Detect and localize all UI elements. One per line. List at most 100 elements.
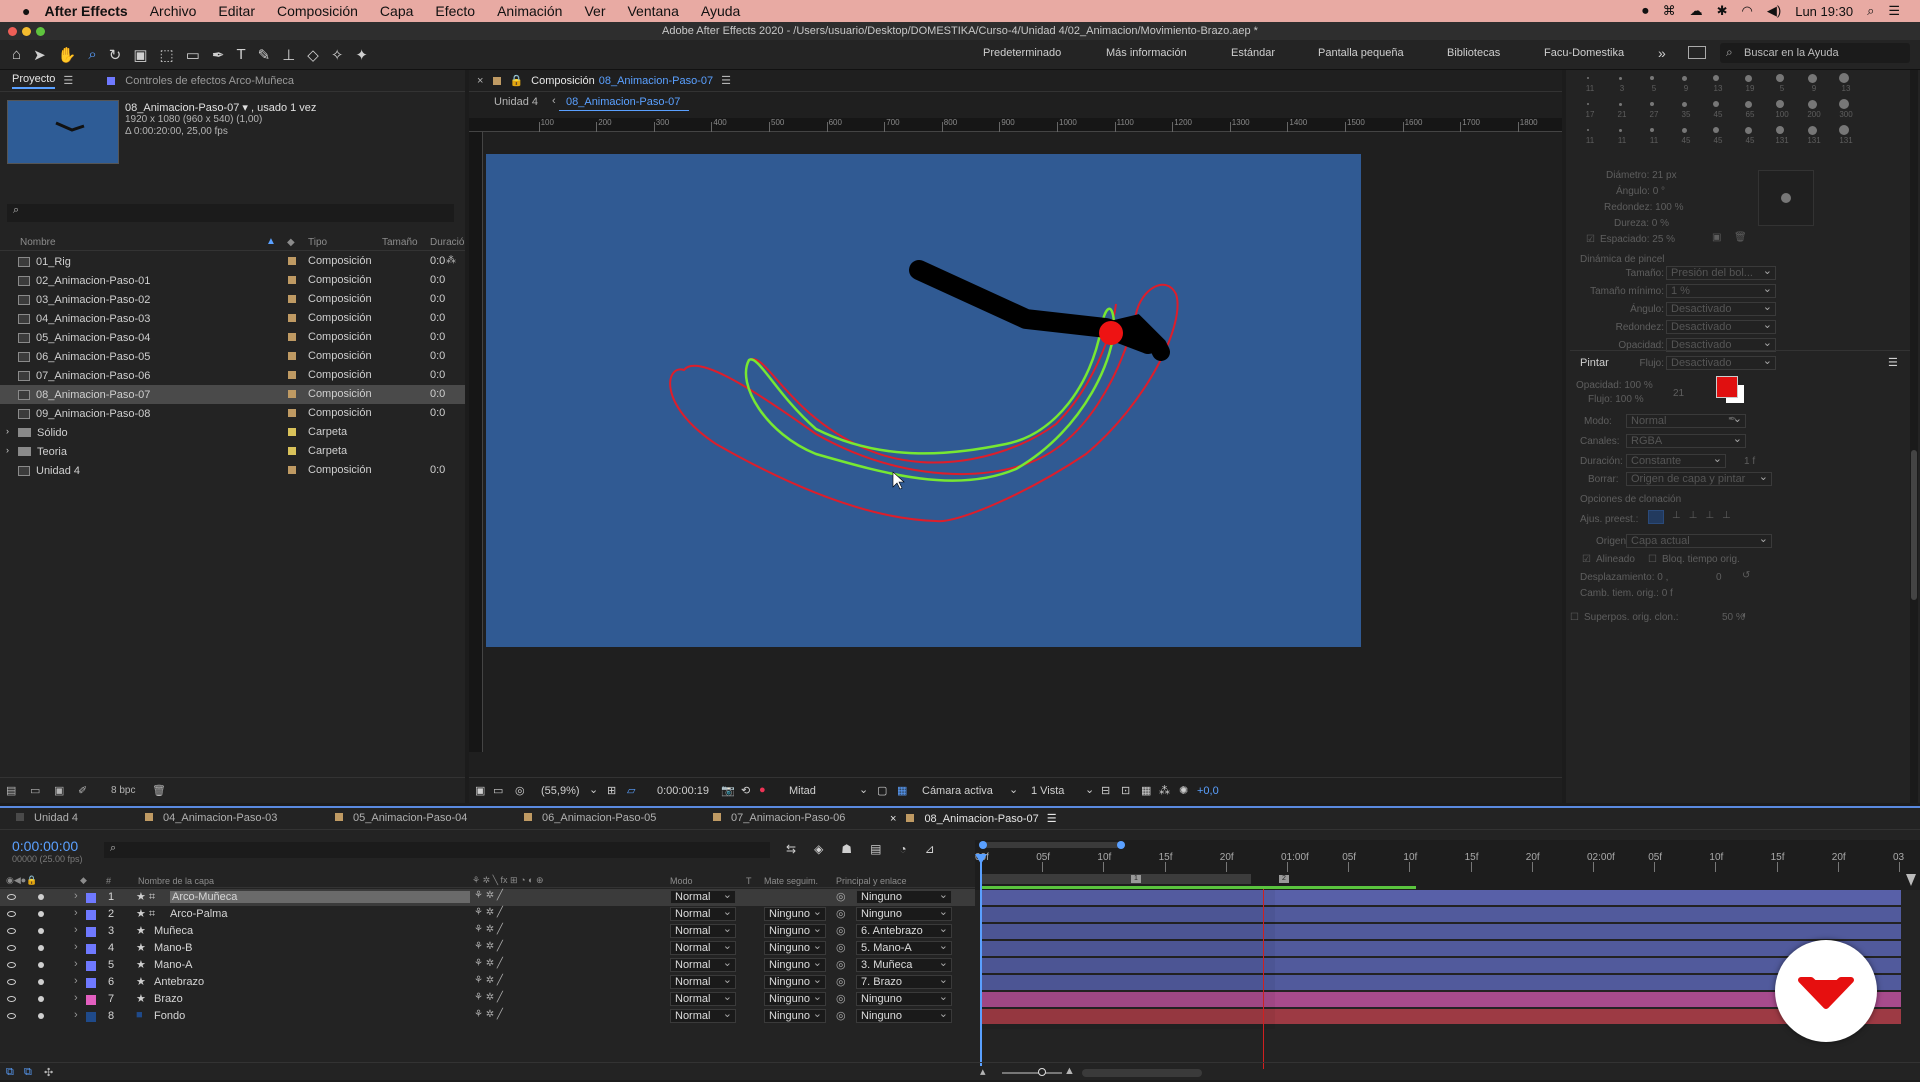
brush-preset-dot[interactable] [1839,125,1849,135]
close-window-button[interactable] [8,27,17,36]
workspace-estandar[interactable]: Estándar [1231,47,1275,59]
timeline-tab[interactable]: Unidad 4 [16,812,78,824]
col-duracion[interactable]: Duració [430,237,464,248]
monitor-icon[interactable]: ▭ [493,784,503,797]
layer-mode-dropdown[interactable]: Normal [670,957,736,972]
brush-preset-dot[interactable] [1744,74,1752,82]
project-item[interactable]: 03_Animacion-Paso-02 Composición 0:0 [0,290,465,309]
visibility-eye-icon[interactable] [7,928,16,934]
toggle-pixel-aspect-icon[interactable]: ⊟ [1101,784,1110,797]
layer-mode-dropdown[interactable]: Normal [670,1008,736,1023]
brush-preset-dot[interactable] [1713,101,1719,107]
parent-link-dropdown[interactable]: 6. Antebrazo [856,923,952,938]
composition-canvas[interactable] [486,154,1361,647]
clone-stamp-tool-icon[interactable]: ⊥ [282,46,295,64]
col-tamano[interactable]: Tamaño [382,237,418,248]
layer-name[interactable]: Antebrazo [154,976,204,988]
solo-dot-icon[interactable] [38,911,44,917]
col-mode[interactable]: Modo [670,876,693,886]
pen-tool-icon[interactable]: ✒ [212,46,225,64]
parent-link-dropdown[interactable]: 5. Mano-A [856,940,952,955]
breadcrumb-unidad4[interactable]: Unidad 4 [494,96,538,108]
menu-efecto[interactable]: Efecto [435,3,475,19]
label-color-chip[interactable] [288,276,296,284]
project-item[interactable]: 09_Animacion-Paso-08 Composición 0:0 [0,404,465,423]
exposure-value[interactable]: +0,0 [1197,785,1219,797]
keyboard-icon[interactable]: ⌘ [1663,3,1676,19]
workspace-predeterminado[interactable]: Predeterminado [983,47,1061,59]
layer-row[interactable]: › 3 ★ Muñeca ⚘ ✲ ╱ Normal Ninguno ◎ 6. Antebrazo [0,923,975,940]
clone-preset-2-icon[interactable]: ⊥ [1672,510,1681,524]
brush-preset-dot[interactable] [1744,126,1752,134]
text-tool-icon[interactable]: T [236,46,245,64]
timeline-icon[interactable]: ▦ [1141,784,1151,797]
solo-dot-icon[interactable] [38,996,44,1002]
panel-menu-icon[interactable]: ☰ [1888,356,1898,369]
timeline-horizontal-scrollbar[interactable] [1082,1069,1202,1077]
layer-label-color[interactable] [86,927,96,937]
visibility-eye-icon[interactable] [7,894,16,900]
lock-source-time-checkbox[interactable]: ☐ [1648,554,1657,565]
layer-mode-dropdown[interactable]: Normal [670,974,736,989]
bluetooth-icon[interactable]: ✱ [1717,3,1728,19]
timeline-tab[interactable]: 04_Animacion-Paso-03 [145,812,277,824]
layer-label-color[interactable] [86,978,96,988]
current-time-indicator[interactable] [975,854,987,1066]
brush-preset-dot[interactable] [1681,127,1687,133]
hand-tool-icon[interactable]: ✋ [58,46,77,64]
parent-link-dropdown[interactable]: Ninguno [856,906,952,921]
brush-preset-dot[interactable] [1618,102,1622,106]
solo-dot-icon[interactable] [38,928,44,934]
show-snapshot-icon[interactable]: ⟲ [741,784,750,797]
visibility-eye-icon[interactable] [7,962,16,968]
workspace-bibliotecas[interactable]: Bibliotecas [1447,47,1500,59]
layer-label-color[interactable] [86,1012,96,1022]
zoom-window-button[interactable] [36,27,45,36]
dynamics-dropdown[interactable]: Desactivado [1666,301,1776,316]
navigator-start-handle[interactable] [979,841,987,849]
adjust-settings-icon[interactable]: ✐ [78,784,87,797]
workspace-facu-domestika[interactable]: Facu-Domestika [1544,47,1624,59]
solo-dot-icon[interactable] [38,962,44,968]
layer-label-color[interactable] [86,944,96,954]
brush-preset-dot[interactable] [1587,129,1589,131]
chevron-down-icon[interactable]: ⌄ [859,783,868,796]
dynamics-dropdown[interactable]: Desactivado [1666,355,1776,370]
project-item[interactable]: 08_Animacion-Paso-07 Composición 0:0 [0,385,465,404]
new-composition-icon[interactable]: ▣ [54,784,64,797]
clone-preset-5-icon[interactable]: ⊥ [1722,510,1731,524]
col-tipo[interactable]: Tipo [308,237,327,248]
color-channels-icon[interactable]: ● [759,784,766,796]
toggle-transfer-icon[interactable]: ⧉ [24,1066,32,1079]
layer-name[interactable]: Mano-B [154,942,193,954]
visibility-eye-icon[interactable] [7,911,16,917]
help-search-field[interactable]: ⌕ Buscar en la Ayuda [1720,43,1910,63]
brush-preset-dot[interactable] [1713,75,1719,81]
brush-preset-dot[interactable] [1618,76,1622,80]
pick-whip-icon[interactable]: ◎ [836,975,846,988]
label-col-icon[interactable]: ◆ [287,237,295,248]
current-time-display[interactable]: 0:00:00:19 [657,785,709,797]
expand-arrow-icon[interactable]: › [6,445,9,455]
col-track-matte[interactable]: Mate seguim. [764,876,818,886]
parent-link-dropdown[interactable]: 3. Muñeca [856,957,952,972]
menu-archivo[interactable]: Archivo [150,3,197,19]
exposure-icon[interactable]: ✺ [1179,784,1188,797]
camera-view-dropdown[interactable]: Cámara activa [922,785,993,797]
tab-controles-efectos[interactable]: Controles de efectos Arco-Muñeca [125,75,294,87]
expand-arrow-icon[interactable]: › [74,907,78,919]
expand-arrow-icon[interactable]: › [74,975,78,987]
layer-mode-dropdown[interactable]: Normal [670,923,736,938]
resolution-dropdown[interactable]: Mitad [789,785,816,797]
project-item[interactable]: 01_Rig Composición 0:0 [0,252,465,271]
frame-blending-icon[interactable]: ▤ [870,842,881,856]
pick-whip-icon[interactable]: ◎ [836,958,846,971]
paint-duration-dropdown[interactable]: Constante [1626,453,1726,468]
brush-preset-dot[interactable] [1650,76,1654,80]
timeline-zoom-slider[interactable] [1002,1068,1062,1076]
toggle-switches-icon[interactable]: ⧉ [6,1066,14,1079]
brush-tool-icon[interactable]: ✎ [258,46,271,64]
dynamics-dropdown[interactable]: 1 % [1666,283,1776,298]
label-color-chip[interactable] [288,409,296,417]
layer-search-input[interactable]: ⌕ [104,842,770,858]
